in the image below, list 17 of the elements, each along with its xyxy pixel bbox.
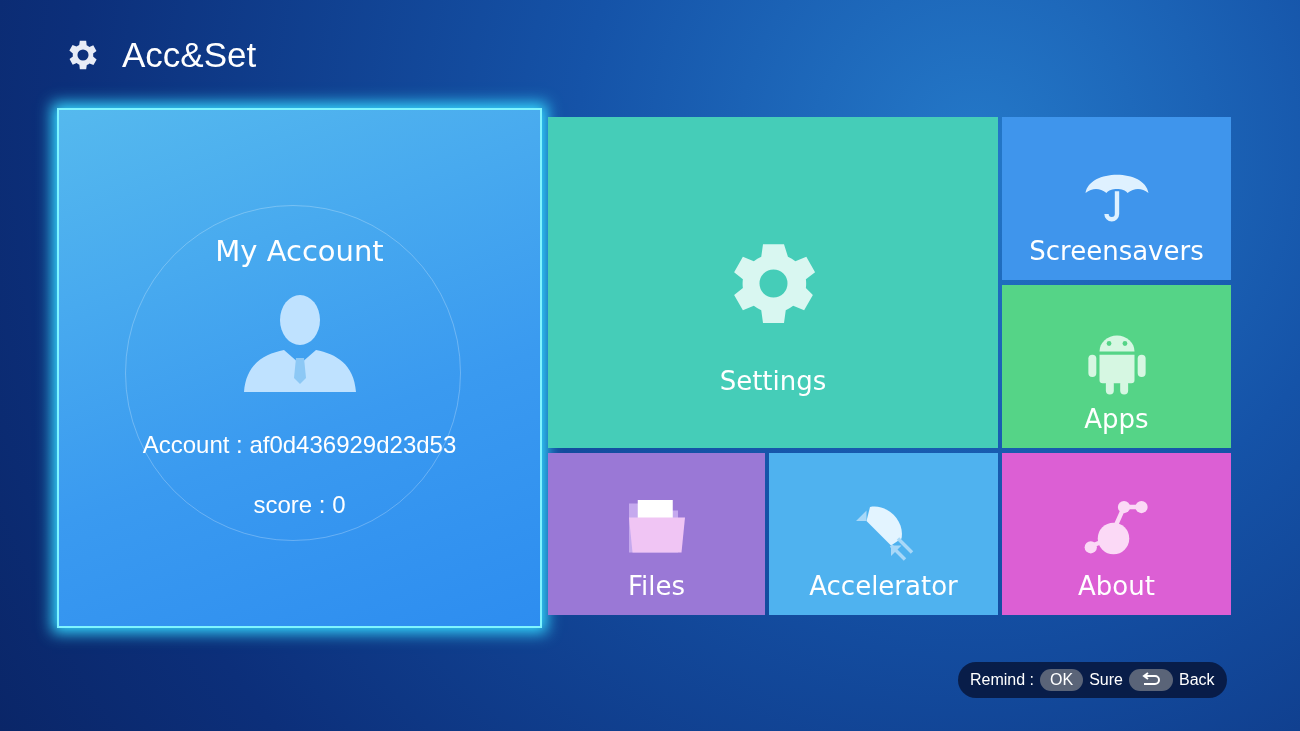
ok-key: OK	[1040, 669, 1084, 691]
menu-tile[interactable]: Settings	[548, 117, 998, 448]
hint-action: Sure	[1089, 671, 1123, 689]
menu-tile[interactable]: Apps	[1002, 285, 1231, 448]
hint-label: Remind :	[970, 671, 1035, 689]
page-title: Acc&Set	[122, 35, 257, 75]
menu-tile[interactable]: Screensavers	[1002, 117, 1231, 280]
hint-action: Back	[1178, 671, 1215, 689]
menu-tile[interactable]: Accelerator	[769, 453, 998, 615]
back-key-icon	[1128, 669, 1173, 691]
score-text: score : 0	[253, 491, 346, 519]
person-icon	[243, 292, 356, 392]
menu-tile[interactable]: About	[1002, 453, 1231, 615]
card-title: My Account	[215, 234, 384, 268]
account-card[interactable]: My Account Account : af0d436929d23d53 score : 0	[57, 108, 542, 628]
menu-tile[interactable]: Files	[548, 453, 765, 615]
account-id: Account : af0d436929d23d53	[142, 431, 457, 459]
